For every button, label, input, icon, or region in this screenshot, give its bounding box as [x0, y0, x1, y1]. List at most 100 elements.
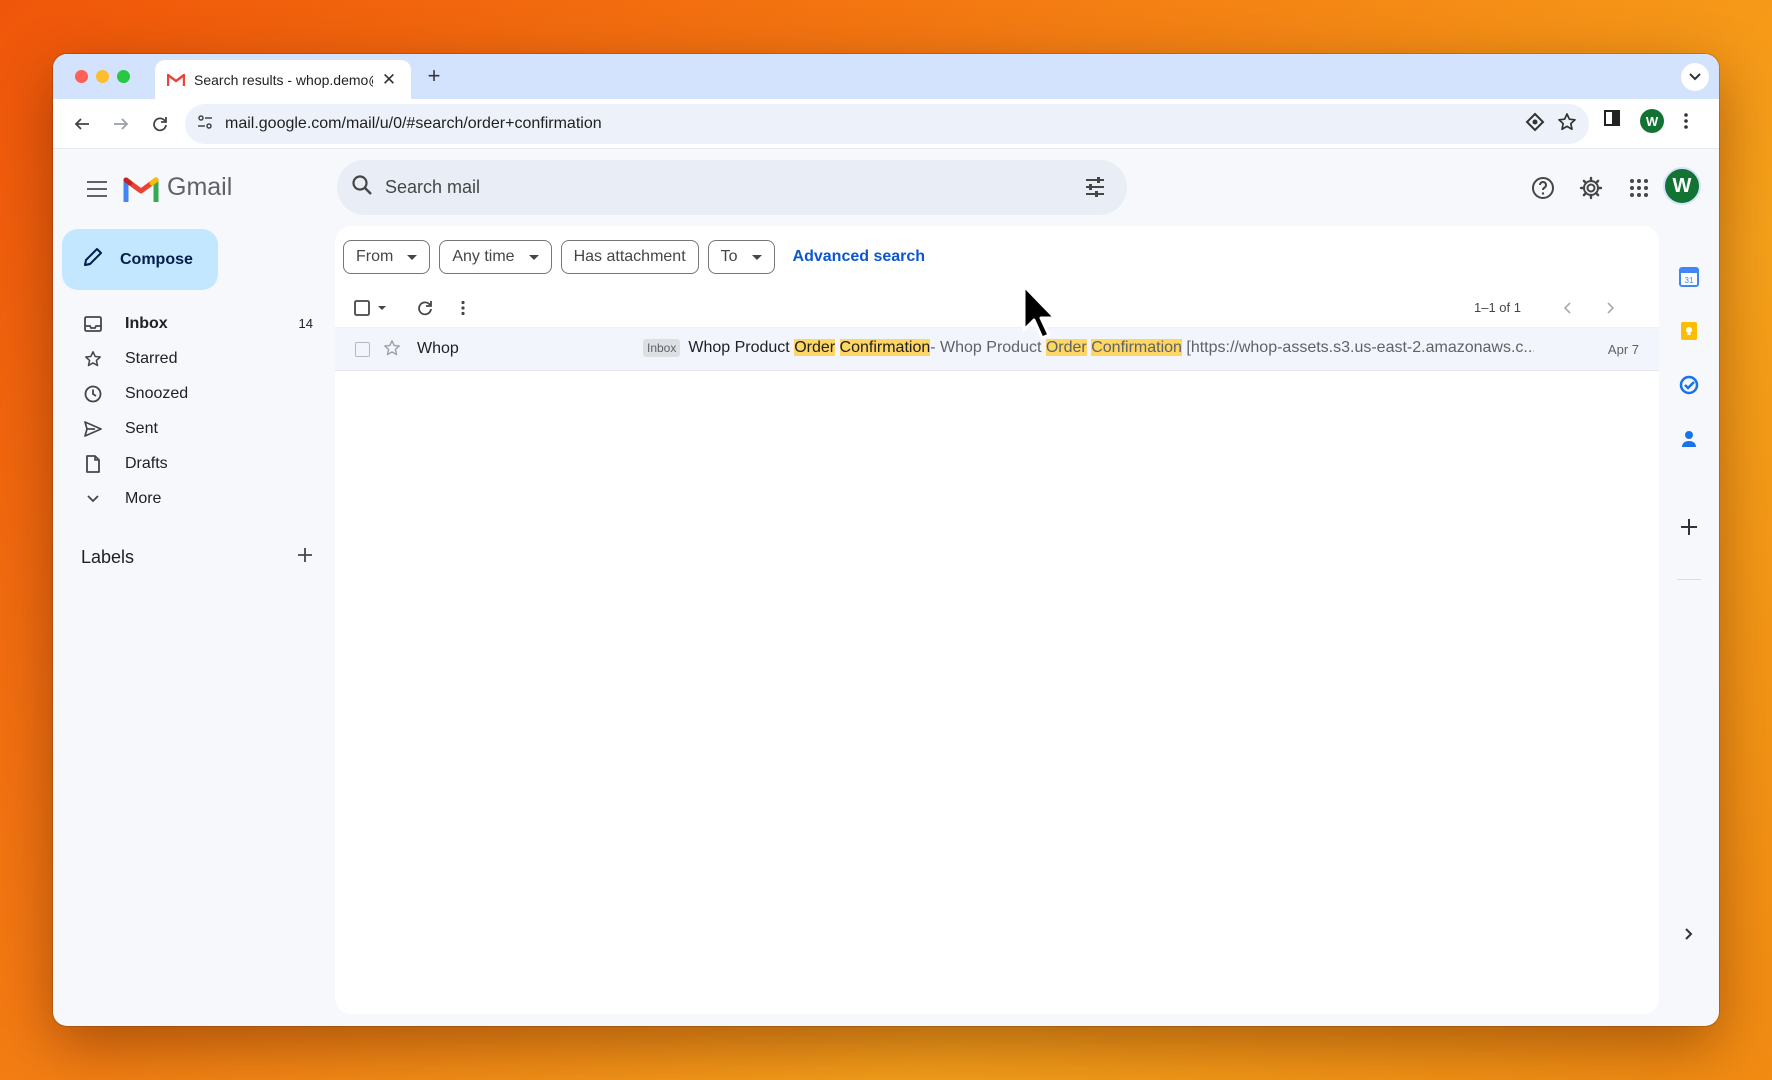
has-attachment-filter-chip[interactable]: Has attachment — [560, 240, 699, 274]
sidebar-item-snoozed[interactable]: Snoozed — [53, 376, 313, 411]
search-input[interactable] — [385, 177, 985, 198]
main-panel: From Any time Has attachment To Advanced… — [335, 226, 1659, 1014]
keep-icon[interactable] — [1675, 317, 1703, 345]
chevron-down-icon — [83, 489, 103, 509]
contacts-icon[interactable] — [1675, 425, 1703, 453]
labels-title: Labels — [81, 547, 135, 567]
chip-label: From — [356, 248, 394, 265]
inbox-icon — [83, 314, 103, 334]
bookmark-star-icon[interactable] — [1557, 112, 1577, 137]
draft-icon — [83, 454, 103, 474]
email-snippet: - Whop Product Order Confirmation [https… — [930, 339, 1534, 356]
search-options-icon[interactable] — [1083, 175, 1107, 204]
more-options-icon[interactable] — [453, 296, 473, 320]
sidebar-nav: Inbox 14 Starred Snoozed Sent Drafts Mor… — [53, 306, 313, 516]
chip-label: Any time — [452, 248, 515, 265]
help-icon[interactable] — [1526, 171, 1560, 205]
star-icon — [83, 349, 103, 369]
site-settings-icon[interactable] — [197, 114, 213, 135]
minimize-window-button[interactable] — [96, 70, 109, 83]
search-filter-chips: From Any time Has attachment To Advanced… — [343, 240, 925, 274]
search-bar[interactable] — [337, 160, 1127, 215]
refresh-icon[interactable] — [413, 296, 437, 320]
url-text: mail.google.com/mail/u/0/#search/order+c… — [225, 115, 602, 132]
calendar-icon[interactable]: 31 — [1675, 263, 1703, 291]
email-sender: Whop — [417, 340, 459, 357]
advanced-search-link[interactable]: Advanced search — [793, 248, 926, 266]
sidebar-item-inbox[interactable]: Inbox 14 — [53, 306, 313, 341]
sidebar-item-label: Snoozed — [125, 384, 189, 402]
gmail-m-icon — [123, 177, 159, 202]
pencil-icon — [82, 246, 104, 273]
account-avatar[interactable]: W — [1663, 167, 1701, 205]
caret-down-icon — [407, 254, 418, 260]
browser-toolbar: mail.google.com/mail/u/0/#search/order+c… — [53, 99, 1719, 149]
sidebar-item-sent[interactable]: Sent — [53, 411, 313, 446]
caret-down-icon — [751, 254, 762, 260]
back-arrow-icon[interactable] — [69, 111, 95, 137]
email-date: Apr 7 — [1607, 342, 1639, 357]
new-tab-button[interactable]: + — [421, 63, 447, 89]
mouse-cursor-icon — [1022, 284, 1060, 345]
add-label-icon[interactable] — [297, 547, 313, 568]
apps-grid-icon[interactable] — [1622, 171, 1656, 205]
to-filter-chip[interactable]: To — [707, 240, 775, 274]
close-window-button[interactable] — [75, 70, 88, 83]
forward-arrow-icon[interactable] — [108, 111, 134, 137]
sidebar-item-label: More — [125, 489, 162, 507]
settings-gear-icon[interactable] — [1574, 171, 1608, 205]
labels-header: Labels — [81, 547, 313, 568]
gmail-wordmark: Gmail — [167, 173, 233, 201]
search-icon[interactable] — [351, 174, 373, 201]
unread-count: 14 — [298, 316, 313, 331]
search-highlight: Order — [794, 339, 836, 356]
clock-icon — [83, 384, 103, 404]
tab-close-icon[interactable]: ✕ — [379, 70, 399, 90]
list-toolbar: 1–1 of 1 — [335, 288, 1659, 328]
browser-window: Search results - whop.demo@ ✕ + mail.goo… — [53, 54, 1719, 1026]
side-panel-icon[interactable] — [1603, 109, 1621, 127]
send-icon — [83, 419, 103, 439]
sidebar-item-starred[interactable]: Starred — [53, 341, 313, 376]
any-time-filter-chip[interactable]: Any time — [439, 240, 552, 274]
sidebar-item-more[interactable]: More — [53, 481, 313, 516]
reload-icon[interactable] — [147, 111, 173, 137]
gmail-favicon-icon — [166, 73, 186, 87]
add-addon-icon[interactable] — [1675, 513, 1703, 541]
chip-label: Has attachment — [573, 248, 686, 265]
newer-page-icon[interactable] — [1557, 296, 1577, 320]
from-filter-chip[interactable]: From — [343, 240, 431, 274]
main-menu-icon[interactable] — [77, 169, 117, 209]
star-icon[interactable] — [383, 339, 401, 362]
tab-gmail-search[interactable]: Search results - whop.demo@ ✕ — [155, 60, 411, 99]
svg-text:31: 31 — [1685, 276, 1694, 285]
compose-button[interactable]: Compose — [62, 229, 218, 290]
inbox-label-badge[interactable]: Inbox — [643, 339, 681, 357]
tab-search-button[interactable] — [1681, 63, 1709, 91]
sidebar-item-label: Sent — [125, 419, 158, 437]
sidebar-item-label: Drafts — [125, 454, 168, 472]
caret-down-icon — [528, 254, 539, 260]
chip-label: To — [720, 248, 738, 265]
older-page-icon[interactable] — [1601, 296, 1621, 320]
profile-button[interactable]: W — [1640, 109, 1664, 133]
gmail-logo[interactable]: Gmail — [123, 173, 232, 202]
sidebar-item-drafts[interactable]: Drafts — [53, 446, 313, 481]
page-count: 1–1 of 1 — [1474, 300, 1521, 315]
email-content: Inbox Whop Product Order Confirmation - … — [643, 339, 1534, 357]
email-subject: Whop Product Order Confirmation — [688, 339, 931, 356]
tab-strip: Search results - whop.demo@ ✕ + — [53, 54, 1719, 99]
select-all-checkbox[interactable] — [353, 296, 389, 320]
compose-label: Compose — [120, 250, 193, 268]
table-row[interactable]: Whop Inbox Whop Product Order Confirmati… — [335, 328, 1659, 371]
password-key-icon[interactable] — [1525, 112, 1545, 137]
expand-side-panel-icon[interactable] — [1675, 920, 1703, 948]
row-checkbox[interactable] — [355, 342, 370, 357]
rail-divider — [1677, 579, 1701, 580]
browser-menu-icon[interactable] — [1683, 112, 1689, 130]
address-bar[interactable]: mail.google.com/mail/u/0/#search/order+c… — [185, 104, 1589, 144]
maximize-window-button[interactable] — [117, 70, 130, 83]
sidebar-item-label: Starred — [125, 349, 178, 367]
tasks-icon[interactable] — [1675, 371, 1703, 399]
search-highlight: Confirmation — [1091, 339, 1182, 356]
